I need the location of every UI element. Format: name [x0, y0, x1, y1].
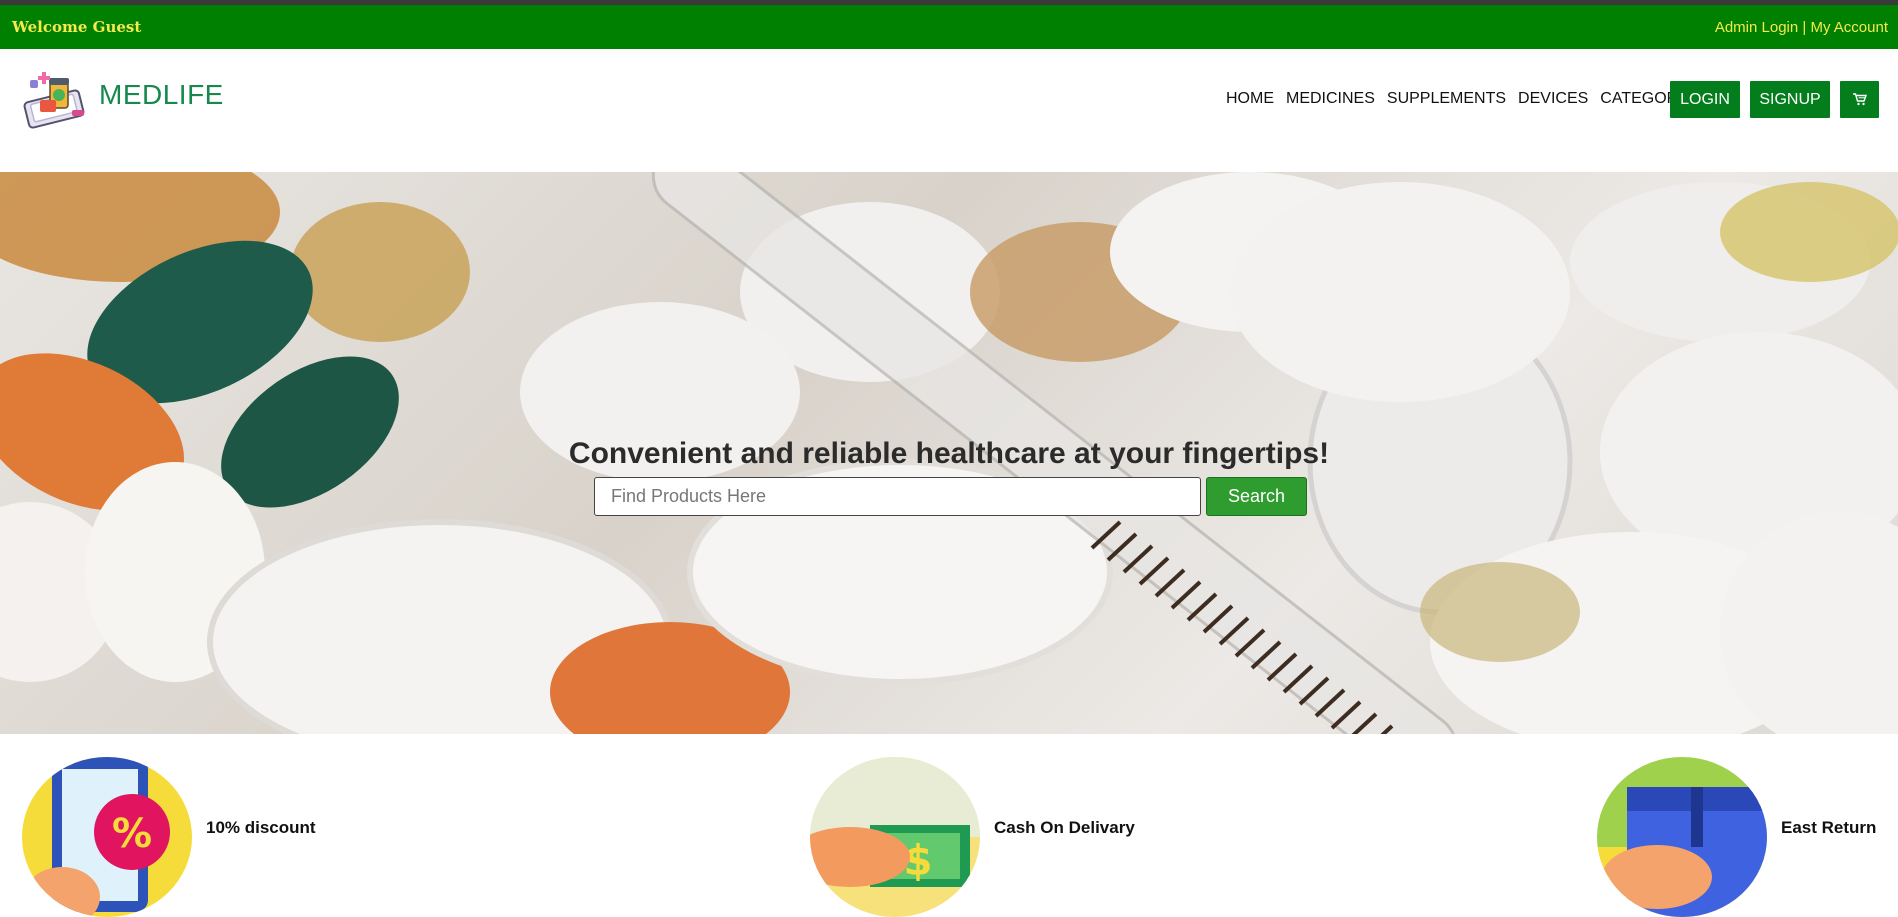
- hero-title: Convenient and reliable healthcare at yo…: [568, 437, 1330, 470]
- medlife-logo-icon[interactable]: [22, 66, 98, 132]
- login-button[interactable]: LOGIN: [1670, 81, 1740, 118]
- nav-home[interactable]: HOME: [1226, 90, 1274, 108]
- hero-banner: Convenient and reliable healthcare at yo…: [0, 172, 1898, 734]
- feature-discount: % 10% discount: [22, 757, 316, 917]
- signup-button[interactable]: SIGNUP: [1750, 81, 1830, 118]
- admin-login-link[interactable]: Admin Login: [1715, 19, 1798, 36]
- my-account-link[interactable]: My Account: [1810, 19, 1888, 36]
- search-button[interactable]: Search: [1206, 477, 1307, 516]
- top-bar: Welcome Guest Admin Login | My Account: [0, 5, 1898, 49]
- site-header: MEDLIFE HOME MEDICINES SUPPLEMENTS DEVIC…: [0, 49, 1898, 172]
- link-separator: |: [1798, 19, 1811, 36]
- account-links: Admin Login | My Account: [1715, 19, 1888, 36]
- feature-label: 10% discount: [206, 818, 316, 837]
- product-search-input[interactable]: [594, 477, 1201, 516]
- feature-label: East Return: [1781, 818, 1877, 837]
- nav-devices[interactable]: DEVICES: [1518, 90, 1588, 108]
- svg-text:%: %: [112, 811, 152, 857]
- cart-icon: [1852, 93, 1867, 106]
- welcome-text: Welcome Guest: [12, 18, 142, 36]
- brand-name[interactable]: MEDLIFE: [99, 79, 224, 111]
- return-box-icon: [1597, 757, 1767, 917]
- cart-button[interactable]: [1840, 81, 1879, 118]
- discount-phone-icon: %: [22, 757, 192, 917]
- feature-label: Cash On Delivary: [994, 818, 1135, 837]
- nav-supplements[interactable]: SUPPLEMENTS: [1387, 90, 1506, 108]
- feature-easy-return: East Return: [1597, 757, 1876, 917]
- main-nav: HOME MEDICINES SUPPLEMENTS DEVICES CATEG…: [1226, 90, 1716, 108]
- feature-cash-on-delivery: $ Cash On Delivary: [810, 757, 1135, 917]
- cash-hand-icon: $: [810, 757, 980, 917]
- nav-medicines[interactable]: MEDICINES: [1286, 90, 1375, 108]
